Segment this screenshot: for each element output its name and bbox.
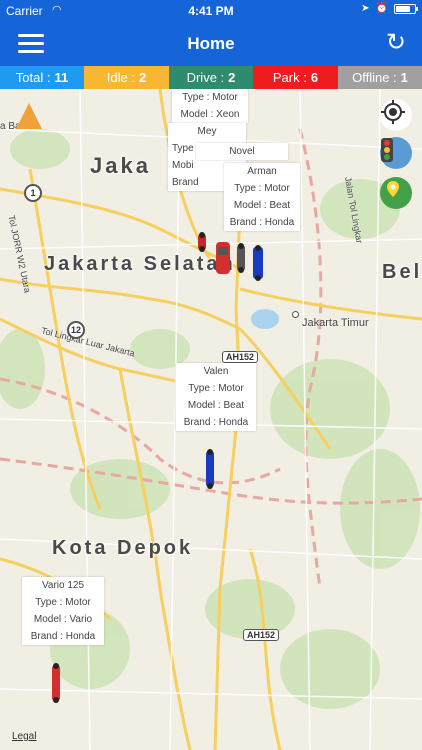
area-label-bel: Bel	[382, 261, 422, 283]
route-1-shield: 1	[24, 184, 42, 202]
vehicle-brand: Brand : Honda	[229, 217, 295, 228]
vehicle-info-card[interactable]: Novel	[196, 143, 288, 160]
tab-drive[interactable]: Drive :2	[169, 66, 253, 89]
vehicle-type: Type : Motor	[188, 383, 244, 394]
ah152-shield: AH152	[243, 629, 280, 641]
vehicle-marker[interactable]	[250, 245, 266, 281]
locate-icon[interactable]	[380, 99, 412, 131]
tab-park[interactable]: Park :6	[253, 66, 338, 89]
vehicle-type: Type : Motor	[35, 597, 91, 608]
vehicle-marker[interactable]	[234, 243, 248, 273]
legal-link[interactable]: Legal	[12, 731, 36, 742]
vehicle-name: Vario 125	[41, 580, 85, 591]
tab-label: Idle :	[106, 70, 135, 85]
tab-label: Drive :	[186, 70, 225, 85]
vehicle-name: Mey	[197, 126, 217, 137]
tab-count: 6	[310, 70, 319, 85]
status-bar: Carrier ◠ 4:41 PM ➤ ⏰	[0, 0, 422, 22]
vehicle-model: Model : Vario	[33, 614, 93, 625]
map-view[interactable]: Jaka Jakarta Selatan Bel Kota Depok Jaka…	[0, 89, 422, 750]
vehicle-info-card[interactable]: Type : Motor Model : Xeon	[172, 89, 248, 123]
vehicle-name: Arman	[247, 166, 277, 177]
vehicle-name: Novel	[229, 146, 255, 157]
area-label-jaka: Jaka	[90, 153, 151, 178]
vehicle-marker[interactable]	[49, 663, 63, 703]
refresh-icon[interactable]: ↻	[386, 30, 406, 56]
vehicle-model: Model : Xeon	[180, 109, 240, 120]
vehicle-info-card[interactable]: Vario 125 Type : Motor Model : Vario Bra…	[22, 577, 104, 645]
area-label-jakarta-timur: Jakarta Timur	[302, 317, 369, 329]
vehicle-model: Model : Beat	[187, 400, 245, 411]
clock: 4:41 PM	[188, 4, 234, 18]
tab-idle[interactable]: Idle :2	[84, 66, 169, 89]
vehicle-info-card[interactable]: Valen Type : Motor Model : Beat Brand : …	[176, 363, 256, 431]
location-dot	[292, 311, 299, 318]
tab-total[interactable]: Total :11	[0, 66, 84, 89]
vehicle-name: Valen	[203, 366, 229, 377]
tab-count: 2	[138, 70, 147, 85]
area-label-kota-depok: Kota Depok	[52, 537, 194, 559]
tab-count: 1	[400, 70, 408, 85]
vehicle-type: Type : Motor	[234, 183, 290, 194]
battery-icon	[394, 3, 418, 14]
nav-bar: Home ↻	[0, 22, 422, 66]
alarm-icon: ⏰	[375, 3, 388, 14]
route-12-shield: 12	[67, 321, 85, 339]
vehicle-model: Model : Beat	[233, 200, 291, 211]
traffic-icon[interactable]	[380, 137, 412, 169]
vehicle-brand: Brand : Honda	[30, 631, 96, 642]
ah152-shield: AH152	[222, 351, 259, 363]
vehicle-brand: Brand : Honda	[183, 417, 249, 428]
area-label-jakarta-selatan: Jakarta Selatan	[44, 253, 236, 275]
tab-label: Park :	[272, 70, 307, 85]
map-type-icon[interactable]	[380, 177, 412, 209]
tab-label: Offline :	[352, 70, 397, 85]
vehicle-marker[interactable]	[195, 232, 209, 252]
page-title: Home	[187, 34, 235, 53]
tab-offline[interactable]: Offline :1	[338, 66, 422, 89]
tab-count: 11	[54, 70, 69, 85]
tab-label: Total :	[15, 70, 51, 85]
vehicle-type: Type : Motor	[182, 92, 238, 103]
vehicle-info-card[interactable]: Arman Type : Motor Model : Beat Brand : …	[224, 163, 300, 231]
location-arrow-icon: ➤	[361, 3, 370, 14]
vehicle-marker[interactable]	[203, 449, 217, 489]
tab-count: 2	[228, 70, 236, 85]
vehicle-marker[interactable]	[214, 241, 232, 275]
vehicle-status-tabs: Total :11 Idle :2 Drive :2 Park :6 Offli…	[0, 66, 422, 89]
